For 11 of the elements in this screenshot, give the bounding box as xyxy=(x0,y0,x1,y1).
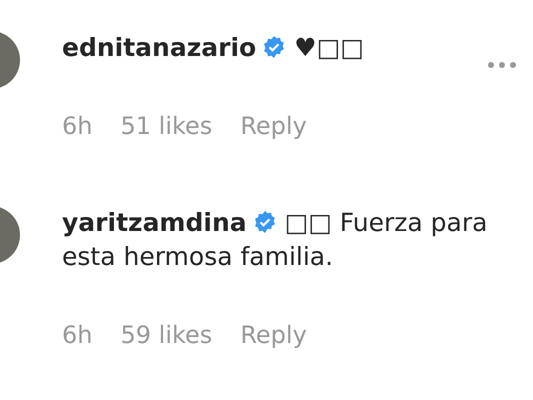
reply-button[interactable]: Reply xyxy=(240,112,307,140)
username-link[interactable]: yaritzamdina xyxy=(62,208,247,237)
more-options-icon[interactable] xyxy=(487,61,517,69)
likes-link[interactable]: 51 likes xyxy=(120,112,212,140)
reply-button[interactable]: Reply xyxy=(240,321,307,349)
comment-time: 6h xyxy=(62,321,92,349)
comment-text: ednitanazario ♥□□ xyxy=(62,32,365,64)
comment-text: yaritzamdina □□ Fuerza para esta hermosa familia. xyxy=(62,207,488,273)
likes-link[interactable]: 59 likes xyxy=(120,321,212,349)
comment-time: 6h xyxy=(62,112,92,140)
username-link[interactable]: ednitanazario xyxy=(62,33,256,62)
